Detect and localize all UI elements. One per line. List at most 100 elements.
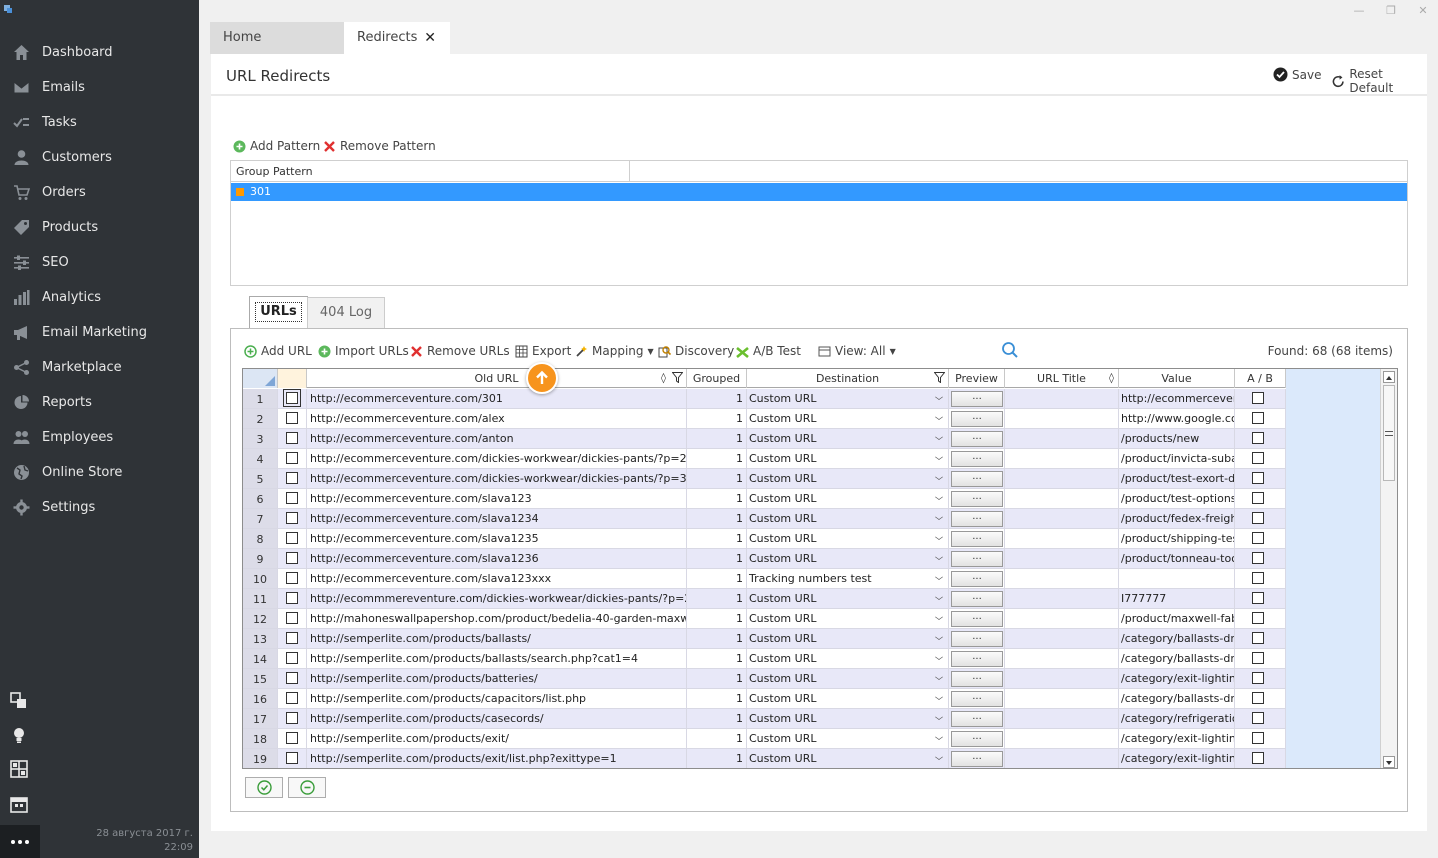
preview-button[interactable]: ... (951, 711, 1003, 727)
old-url-header[interactable]: Old URL ◊ (307, 369, 687, 388)
ab-header[interactable]: A / B (1235, 369, 1286, 388)
preview-button[interactable]: ... (951, 611, 1003, 627)
tab-404-log[interactable]: 404 Log (307, 297, 385, 329)
row-number[interactable]: 16 (243, 689, 278, 709)
destination-dropdown[interactable] (930, 729, 949, 749)
url-title-cell[interactable] (1005, 729, 1119, 749)
value-cell[interactable]: /product/shipping-tes (1119, 529, 1235, 549)
row-checkbox[interactable] (286, 592, 298, 604)
row-number[interactable]: 3 (243, 429, 278, 449)
old-url-cell[interactable]: http://ecommerceventure.com/slava123xxx (307, 569, 687, 589)
row-checkbox[interactable] (286, 612, 298, 624)
url-title-cell[interactable] (1005, 409, 1119, 429)
table-row[interactable]: 8 http://ecommerceventure.com/slava1235 1 C… (243, 529, 1286, 549)
ab-checkbox[interactable] (1252, 652, 1264, 664)
sidebar-item-online-store[interactable]: Online Store (0, 455, 199, 490)
grouped-cell[interactable]: 1 (687, 449, 747, 469)
ab-checkbox[interactable] (1252, 512, 1264, 524)
value-cell[interactable]: /category/ballasts-driv (1119, 629, 1235, 649)
url-title-cell[interactable] (1005, 469, 1119, 489)
destination-dropdown[interactable] (930, 389, 949, 409)
ab-checkbox[interactable] (1252, 612, 1264, 624)
vertical-scrollbar[interactable] (1380, 369, 1397, 768)
row-checkbox[interactable] (286, 492, 298, 504)
destination-cell[interactable]: Tracking numbers test (747, 569, 949, 589)
value-cell[interactable]: /category/ballasts-driv (1119, 649, 1235, 669)
sort-icon[interactable]: ◊ (661, 369, 666, 388)
grouped-cell[interactable]: 1 (687, 429, 747, 449)
row-number[interactable]: 18 (243, 729, 278, 749)
table-row[interactable]: 7 http://ecommerceventure.com/slava1234 1 C… (243, 509, 1286, 529)
grouped-cell[interactable]: 1 (687, 529, 747, 549)
table-row[interactable]: 6 http://ecommerceventure.com/slava123 1 Cu… (243, 489, 1286, 509)
value-cell[interactable]: /category/refrigeratior (1119, 709, 1235, 729)
row-number[interactable]: 10 (243, 569, 278, 589)
confirm-button[interactable] (245, 777, 283, 798)
reset-default-button[interactable]: Reset Default (1331, 67, 1427, 95)
restore-icon[interactable]: ❐ (1384, 4, 1398, 18)
preview-button[interactable]: ... (951, 431, 1003, 447)
grouped-cell[interactable]: 1 (687, 489, 747, 509)
close-tab-icon[interactable]: ✕ (424, 22, 436, 54)
more-menu-button[interactable] (0, 825, 40, 858)
table-row[interactable]: 4 http://ecommerceventure.com/dickies-wor… (243, 449, 1286, 469)
preview-button[interactable]: ... (951, 591, 1003, 607)
table-row[interactable]: 17 http://semperlite.com/products/casecor… (243, 709, 1286, 729)
old-url-cell[interactable]: http://ecommerceventure.com/slava1235 (307, 529, 687, 549)
row-checkbox[interactable] (286, 552, 298, 564)
sidebar-item-employees[interactable]: Employees (0, 420, 199, 455)
preview-button[interactable]: ... (951, 651, 1003, 667)
preview-button[interactable]: ... (951, 631, 1003, 647)
destination-dropdown[interactable] (930, 549, 949, 569)
row-number[interactable]: 7 (243, 509, 278, 529)
table-row[interactable]: 2 http://ecommerceventure.com/alex 1 Custom… (243, 409, 1286, 429)
row-number[interactable]: 15 (243, 669, 278, 689)
ab-checkbox[interactable] (1252, 672, 1264, 684)
value-cell[interactable] (1119, 569, 1235, 589)
sidebar-item-email-marketing[interactable]: Email Marketing (0, 315, 199, 350)
ab-checkbox[interactable] (1252, 492, 1264, 504)
preview-button[interactable]: ... (951, 571, 1003, 587)
row-checkbox[interactable] (286, 452, 298, 464)
row-checkbox[interactable] (286, 572, 298, 584)
search-icon[interactable] (1001, 341, 1019, 359)
pattern-row-selected[interactable]: 301 (231, 183, 1407, 201)
close-window-icon[interactable]: ✕ (1416, 4, 1430, 18)
grouped-cell[interactable]: 1 (687, 409, 747, 429)
url-title-cell[interactable] (1005, 449, 1119, 469)
old-url-cell[interactable]: http://ecommerceventure.com/slava1234 (307, 509, 687, 529)
cancel-button[interactable] (288, 777, 326, 798)
url-title-cell[interactable] (1005, 569, 1119, 589)
grouped-cell[interactable]: 1 (687, 589, 747, 609)
url-title-cell[interactable] (1005, 389, 1119, 409)
destination-cell[interactable]: Custom URL (747, 449, 949, 469)
url-title-cell[interactable] (1005, 549, 1119, 569)
url-title-cell[interactable] (1005, 509, 1119, 529)
ab-checkbox[interactable] (1252, 712, 1264, 724)
destination-dropdown[interactable] (930, 749, 949, 768)
remove-pattern-button[interactable]: Remove Pattern (323, 139, 436, 153)
tab-urls[interactable]: URLs (249, 296, 308, 328)
destination-cell[interactable]: Custom URL (747, 389, 949, 409)
url-title-cell[interactable] (1005, 649, 1119, 669)
row-checkbox[interactable] (286, 752, 298, 764)
row-number[interactable]: 12 (243, 609, 278, 629)
layout-grid-icon[interactable] (10, 760, 30, 780)
url-title-cell[interactable] (1005, 429, 1119, 449)
table-row[interactable]: 19 http://semperlite.com/products/exit/li… (243, 749, 1286, 768)
url-title-cell[interactable] (1005, 529, 1119, 549)
destination-cell[interactable]: Custom URL (747, 589, 949, 609)
old-url-cell[interactable]: http://semperlite.com/products/ballasts/… (307, 649, 687, 669)
checkbox-column-header[interactable] (278, 369, 307, 388)
preview-button[interactable]: ... (951, 511, 1003, 527)
row-number[interactable]: 11 (243, 589, 278, 609)
ab-checkbox[interactable] (1252, 632, 1264, 644)
value-header[interactable]: Value (1119, 369, 1235, 388)
sidebar-item-settings[interactable]: Settings (0, 490, 199, 525)
row-checkbox[interactable] (286, 672, 298, 684)
old-url-cell[interactable]: http://ecommerceventure.com/301 (307, 389, 687, 409)
url-title-cell[interactable] (1005, 609, 1119, 629)
destination-cell[interactable]: Custom URL (747, 669, 949, 689)
row-number[interactable]: 9 (243, 549, 278, 569)
destination-cell[interactable]: Custom URL (747, 509, 949, 529)
